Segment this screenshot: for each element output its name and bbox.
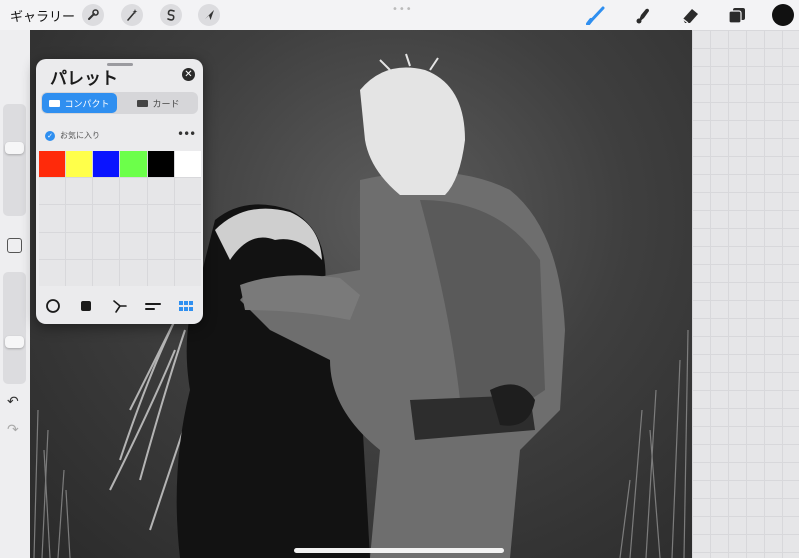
eraser-icon[interactable]: [680, 5, 702, 25]
empty-swatch[interactable]: [93, 232, 120, 259]
tab-card-label: カード: [152, 99, 180, 110]
home-indicator: [294, 548, 504, 553]
compact-view-icon: [49, 99, 61, 107]
favorite-palette-name: お気に入り: [60, 131, 100, 140]
classic-icon[interactable]: [77, 297, 95, 315]
swatch-grid: [39, 151, 201, 286]
top-grip-handle[interactable]: •••: [392, 4, 413, 15]
color-swatch[interactable]: [147, 151, 174, 178]
empty-swatch[interactable]: [147, 232, 174, 259]
tab-card[interactable]: カード: [121, 93, 196, 113]
card-view-icon: [137, 99, 149, 107]
empty-swatch[interactable]: [174, 259, 201, 286]
empty-swatch[interactable]: [66, 259, 93, 286]
palettes-icon[interactable]: [177, 297, 195, 315]
color-swatch[interactable]: [66, 151, 93, 178]
arrow-cursor-icon[interactable]: [198, 4, 220, 26]
empty-swatch[interactable]: [147, 205, 174, 232]
opacity-slider[interactable]: [3, 272, 26, 384]
empty-swatch[interactable]: [39, 178, 66, 205]
harmony-icon[interactable]: [111, 297, 129, 315]
empty-swatch[interactable]: [93, 178, 120, 205]
empty-swatch[interactable]: [174, 205, 201, 232]
empty-swatch[interactable]: [66, 205, 93, 232]
color-swatch[interactable]: [39, 151, 66, 178]
undo-icon[interactable]: ↶: [7, 394, 19, 410]
value-icon[interactable]: [144, 297, 162, 315]
tab-compact[interactable]: コンパクト: [42, 93, 117, 113]
empty-swatch[interactable]: [66, 178, 93, 205]
empty-swatch[interactable]: [120, 205, 147, 232]
empty-swatch[interactable]: [120, 178, 147, 205]
brush-icon[interactable]: [586, 5, 608, 26]
color-swatch[interactable]: [174, 151, 201, 178]
gallery-button[interactable]: ギャラリー: [10, 6, 75, 25]
selection-s-icon[interactable]: [160, 4, 182, 26]
opacity-thumb[interactable]: [5, 336, 24, 348]
empty-swatch[interactable]: [120, 232, 147, 259]
smudge-icon[interactable]: [632, 5, 654, 25]
color-swatch[interactable]: [93, 151, 120, 178]
layers-icon[interactable]: [726, 5, 748, 25]
palette-view-tabs: コンパクト カード: [41, 92, 198, 114]
close-icon[interactable]: ✕: [182, 68, 195, 81]
empty-swatch[interactable]: [174, 178, 201, 205]
more-options-icon[interactable]: •••: [177, 127, 196, 141]
magic-wand-icon[interactable]: [121, 4, 143, 26]
palette-bottom-bar: [36, 295, 203, 317]
redo-icon[interactable]: ↷: [7, 422, 19, 438]
modify-button[interactable]: [7, 238, 22, 253]
empty-swatch[interactable]: [147, 259, 174, 286]
favorite-palette-header: ✓ お気に入り •••: [36, 127, 203, 147]
color-swatch[interactable]: [120, 151, 147, 178]
empty-swatch[interactable]: [39, 205, 66, 232]
empty-swatch[interactable]: [66, 232, 93, 259]
left-sidebar: ↶ ↷: [0, 30, 30, 558]
top-toolbar: ギャラリー •••: [0, 0, 799, 31]
default-palette-check-icon[interactable]: ✓: [45, 131, 55, 141]
palette-title: パレット: [50, 69, 118, 89]
brush-size-thumb[interactable]: [5, 142, 24, 154]
empty-swatch[interactable]: [93, 259, 120, 286]
empty-swatch[interactable]: [147, 178, 174, 205]
palette-popover: パレット ✕ コンパクト カード ✓ お気に入り •••: [36, 59, 203, 324]
tab-compact-label: コンパクト: [64, 99, 110, 110]
empty-swatch[interactable]: [120, 259, 147, 286]
empty-swatch[interactable]: [174, 232, 201, 259]
disc-icon[interactable]: [44, 297, 62, 315]
outside-canvas-area: [692, 30, 799, 558]
empty-swatch[interactable]: [93, 205, 120, 232]
brush-size-slider[interactable]: [3, 104, 26, 216]
empty-swatch[interactable]: [39, 232, 66, 259]
empty-swatch[interactable]: [39, 259, 66, 286]
wrench-icon[interactable]: [82, 4, 104, 26]
current-color-button[interactable]: [772, 4, 794, 26]
